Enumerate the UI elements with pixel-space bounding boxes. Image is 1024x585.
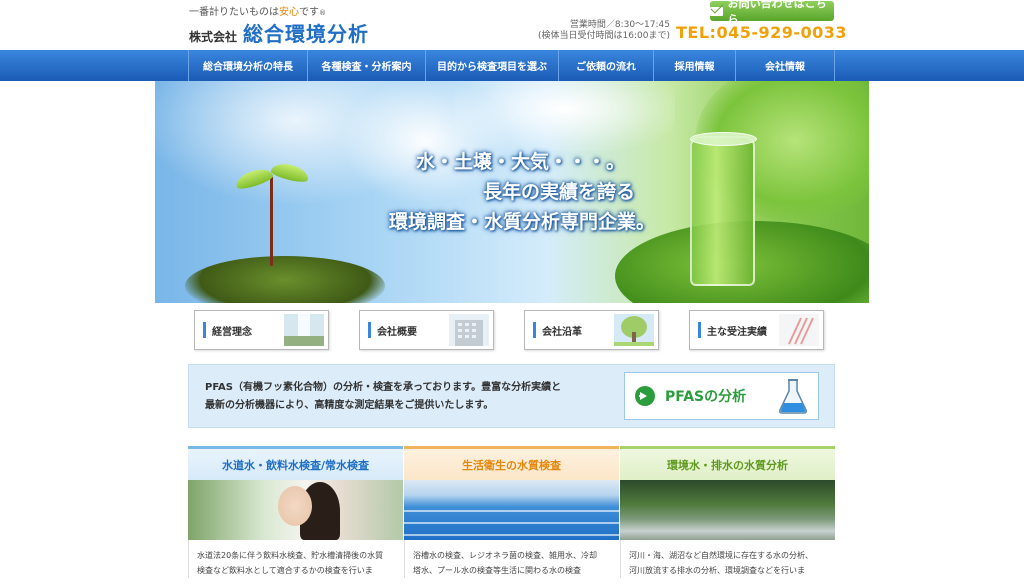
pfas-button-label: PFASの分析 [665, 389, 747, 405]
service-desc-line-2: 塔水、プール水の検査等生活に関わる水の検査 [413, 566, 581, 575]
service-card-description: 浴槽水の検査、レジオネラ菌の検査、雑用水、冷却 塔水、プール水の検査等生活に関わ… [404, 540, 619, 578]
hero-line-3: 環境調査・水質分析専門企業。 [388, 211, 655, 233]
pool-lane [404, 510, 619, 512]
info-button-wrap: 主な受注実績 [689, 310, 824, 350]
woman-face-shape [278, 486, 312, 526]
accent-bar [203, 322, 206, 338]
hero-line-1: 水・土壌・大気・・・。 [415, 151, 625, 173]
info-button-wrap: 会社概要 [359, 310, 494, 350]
service-card-title[interactable]: 環境水・排水の水質分析 [620, 446, 835, 480]
phone-number: TEL:045-929-0033 [676, 23, 848, 42]
accent-bar [368, 322, 371, 338]
nav-item-recruit[interactable]: 採用情報 [654, 50, 736, 81]
green-water-glass [690, 132, 757, 286]
info-button-philosophy[interactable]: 経営理念 [194, 310, 329, 350]
site-header: 一番計りたいものは安心です® 株式会社 総合環境分析 営業時間／8:30〜17:… [0, 0, 1024, 50]
info-button-label: 経営理念 [212, 326, 252, 338]
service-desc-line-2: 検査など飲料水として適合するかの検査を行いま [197, 566, 373, 575]
info-button-overview[interactable]: 会社概要 [359, 310, 494, 350]
nav-item-services[interactable]: 各種検査・分析案内 [308, 50, 426, 81]
tagline-pre: 一番計りたいものは [189, 7, 279, 18]
registered-mark: ® [319, 9, 326, 17]
moss-image [185, 256, 385, 303]
sun-glow [455, 81, 675, 151]
hero-copy: 水・土壌・大気・・・。 長年の実績を誇る 環境調査・水質分析専門企業。 [345, 147, 655, 237]
global-nav: 総合環境分析の特長 各種検査・分析案内 目的から検査項目を選ぶ ご依頼の流れ 採… [0, 50, 1024, 81]
service-card-description: 水道法20条に伴う飲料水検査、貯水槽清掃後の水質 検査など飲料水として適合するか… [188, 540, 403, 578]
info-button-label: 主な受注実績 [707, 326, 767, 338]
service-card-photo [188, 480, 403, 540]
tree-thumb-icon [614, 314, 654, 346]
lab-thumb-icon [779, 314, 819, 346]
service-card-sanitation[interactable]: 生活衛生の水質検査 浴槽水の検査、レジオネラ菌の検査、雑用水、冷却 塔水、プール… [404, 446, 619, 585]
pfas-text-line-2: 最新の分析機器により、高精度な測定結果をご提供いたします。 [205, 400, 494, 411]
service-card-drinking-water[interactable]: 水道水・飲料水検査/常水検査 水道法20条に伴う飲料水検査、貯水槽清掃後の水質 … [188, 446, 403, 585]
pfas-banner: PFAS（有機フッ素化合物）の分析・検査を承っております。豊富な分析実績と 最新… [188, 364, 835, 428]
hours-line-1: 営業時間／8:30〜17:45 [569, 20, 670, 30]
sprout-leaf-left [233, 165, 275, 192]
service-card-title[interactable]: 水道水・飲料水検査/常水検査 [188, 446, 403, 480]
info-button-label: 会社概要 [377, 326, 417, 338]
service-desc-line-1: 浴槽水の検査、レジオネラ菌の検査、雑用水、冷却 [413, 551, 597, 560]
site-tagline: 一番計りたいものは安心です® [189, 3, 326, 18]
flask-icon [779, 379, 807, 414]
info-button-wrap: 経営理念 [194, 310, 329, 350]
pfas-analysis-button[interactable]: PFASの分析 [624, 372, 819, 420]
tagline-post: です [299, 7, 319, 18]
hero-banner: 水・土壌・大気・・・。 長年の実績を誇る 環境調査・水質分析専門企業。 [155, 81, 869, 303]
mail-icon [710, 6, 723, 16]
business-hours: 営業時間／8:30〜17:45 (検体当日受付時間は16:00まで) [520, 20, 670, 42]
accent-bar [698, 322, 701, 338]
service-card-photo [620, 480, 835, 540]
nav-item-select-by-purpose[interactable]: 目的から検査項目を選ぶ [426, 50, 559, 81]
sprout-stem [270, 176, 273, 266]
hours-line-2: (検体当日受付時間は16:00まで) [538, 31, 670, 41]
service-desc-line-1: 水道法20条に伴う飲料水検査、貯水槽清掃後の水質 [197, 551, 384, 560]
pfas-description: PFAS（有機フッ素化合物）の分析・検査を承っております。豊富な分析実績と 最新… [205, 379, 625, 415]
arrow-right-icon [635, 386, 655, 406]
company-logo[interactable]: 株式会社 総合環境分析 [189, 18, 369, 47]
info-button-history[interactable]: 会社沿革 [524, 310, 659, 350]
hero-line-2: 長年の実績を誇る [482, 181, 635, 203]
service-card-description: 河川・海、湖沼など自然環境に存在する水の分析、 河川放流する排水の分析、環境調査… [620, 540, 835, 578]
service-card-environment[interactable]: 環境水・排水の水質分析 河川・海、湖沼など自然環境に存在する水の分析、 河川放流… [620, 446, 835, 585]
waterfall-thumb-icon [284, 314, 324, 346]
sprout-leaf-right [269, 160, 311, 185]
company-name: 総合環境分析 [243, 22, 370, 46]
nav-item-company[interactable]: 会社情報 [736, 50, 835, 81]
service-card-title[interactable]: 生活衛生の水質検査 [404, 446, 619, 480]
building-thumb-icon [449, 314, 489, 346]
nav-item-features[interactable]: 総合環境分析の特長 [189, 50, 308, 81]
service-desc-line-1: 河川・海、湖沼など自然環境に存在する水の分析、 [629, 551, 813, 560]
pool-lane [404, 534, 619, 536]
service-desc-line-2: 河川放流する排水の分析、環境調査などを行いま [629, 566, 805, 575]
contact-button[interactable]: お問い合わせはこちら [710, 0, 834, 26]
accent-bar [533, 322, 536, 338]
tagline-highlight: 安心 [279, 7, 299, 18]
info-button-wrap: 会社沿革 [524, 310, 659, 350]
company-prefix: 株式会社 [189, 30, 238, 44]
info-button-achievements[interactable]: 主な受注実績 [689, 310, 824, 350]
info-button-label: 会社沿革 [542, 326, 582, 338]
nav-item-request-flow[interactable]: ご依頼の流れ [559, 50, 654, 81]
pfas-text-line-1: PFAS（有機フッ素化合物）の分析・検査を承っております。豊富な分析実績と [205, 382, 562, 393]
service-card-photo [404, 480, 619, 540]
pool-lane [404, 522, 619, 524]
